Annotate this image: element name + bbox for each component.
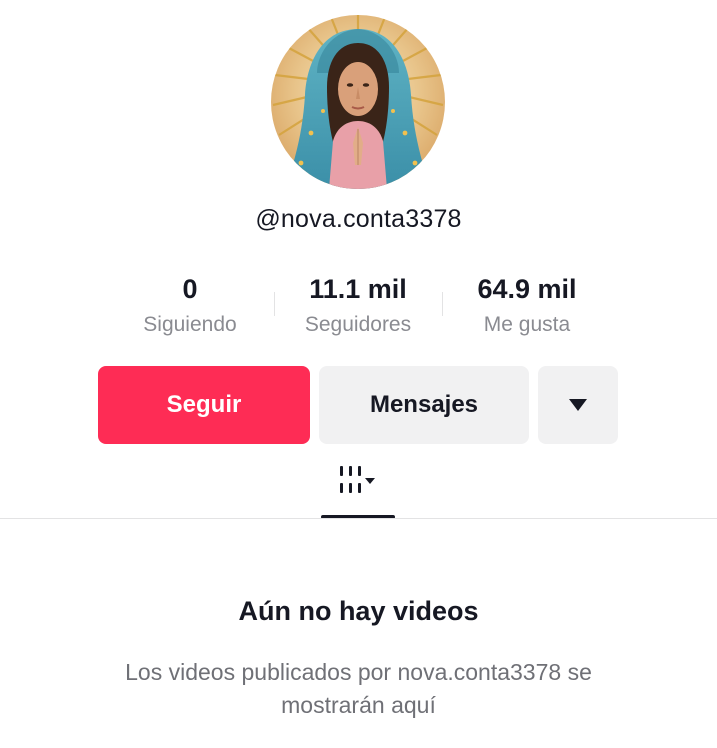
videos-grid-icon <box>340 466 375 493</box>
caret-down-icon <box>569 399 587 411</box>
profile-page: @nova.conta3378 0 Siguiendo 11.1 mil Seg… <box>0 0 717 748</box>
stat-following[interactable]: 0 Siguiendo <box>105 272 275 338</box>
stat-followers-label: Seguidores <box>304 313 412 336</box>
messages-button-label: Mensajes <box>369 391 479 418</box>
stat-likes-value: 64.9 mil <box>477 274 577 304</box>
more-options-button[interactable] <box>538 366 618 444</box>
profile-stats: 0 Siguiendo 11.1 mil Seguidores 64.9 mil… <box>0 272 717 352</box>
username: @nova.conta3378 <box>255 205 462 233</box>
empty-state-title: Aún no hay videos <box>238 596 479 626</box>
empty-state-description: Los videos publicados por nova.conta3378… <box>125 659 592 718</box>
stat-following-value: 0 <box>182 274 198 304</box>
stat-followers[interactable]: 11.1 mil Seguidores <box>273 272 443 338</box>
follow-button-label: Seguir <box>166 391 242 418</box>
avatar[interactable] <box>271 15 445 189</box>
divider <box>0 518 717 519</box>
messages-button[interactable]: Mensajes <box>319 366 529 444</box>
content-tabs <box>0 463 717 519</box>
tab-videos[interactable] <box>321 463 395 519</box>
stat-likes-label: Me gusta <box>483 313 571 336</box>
stat-following-label: Siguiendo <box>143 313 237 336</box>
stat-followers-value: 11.1 mil <box>309 274 407 304</box>
follow-button[interactable]: Seguir <box>98 366 310 444</box>
stat-likes[interactable]: 64.9 mil Me gusta <box>442 272 612 338</box>
